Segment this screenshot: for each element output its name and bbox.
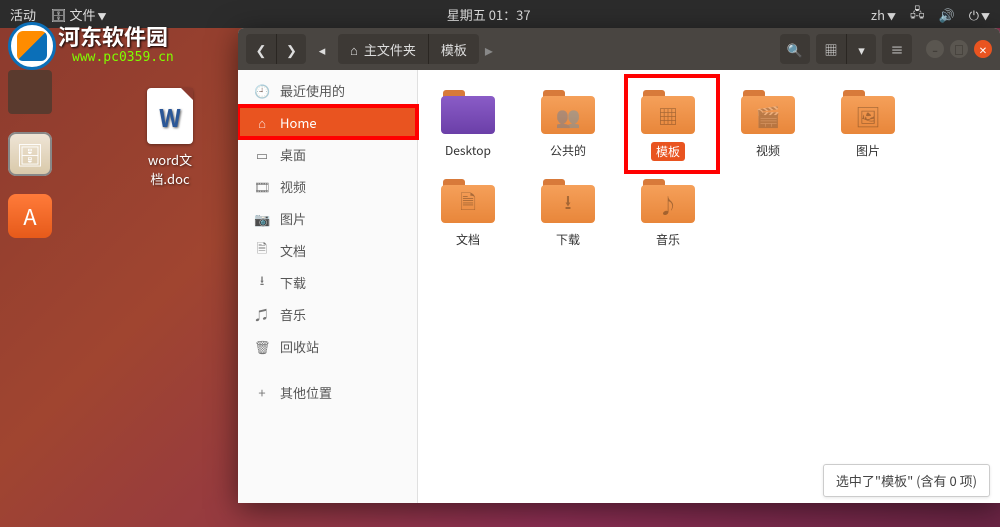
folder-public[interactable]: 👥 公共的 xyxy=(530,88,606,161)
folder-icon xyxy=(441,96,495,134)
folder-label: 文档 xyxy=(456,231,480,248)
breadcrumb-home[interactable]: ⌂主文件夹 xyxy=(338,34,428,64)
folder-label: 模板 xyxy=(651,142,685,161)
folder-label: 视频 xyxy=(756,142,780,159)
video-icon: 🎞 xyxy=(254,177,270,196)
input-method-indicator[interactable]: zh▼ xyxy=(871,5,896,24)
folder-label: Desktop xyxy=(445,142,491,159)
watermark-url: www.pc0359.cn xyxy=(72,50,174,65)
dock-software-icon[interactable]: A xyxy=(8,194,52,238)
volume-icon[interactable]: 🔊 xyxy=(939,5,955,24)
sidebar-item-label: 回收站 xyxy=(280,337,319,356)
view-menu-button[interactable]: ▾ xyxy=(846,34,876,64)
watermark-overlay: 河东软件园 www.pc0359.cn xyxy=(8,22,56,70)
desktop-file-word[interactable]: W word文档.doc xyxy=(130,88,210,188)
download-icon: ⭳ xyxy=(254,270,270,294)
nav-back-button[interactable]: ❮ xyxy=(246,34,276,64)
folder-grid: Desktop 👥 公共的 ▦ 模板 🎬 视频 🖼 图片 🗎 文档 ⭳ 下载 ♪ 音乐 选中了… xyxy=(418,70,1000,503)
sidebar-item-trash[interactable]: 🗑 回收站 xyxy=(238,330,417,362)
dock: 🗄 A xyxy=(0,70,60,238)
folder-templates[interactable]: ▦ 模板 xyxy=(630,88,706,161)
folder-icon: ⭳ xyxy=(541,185,595,223)
plus-icon: + xyxy=(254,383,270,402)
home-icon: ⌂ xyxy=(254,113,270,132)
sidebar-item-documents[interactable]: 🗎 文档 xyxy=(238,234,417,266)
word-document-icon: W xyxy=(147,88,193,144)
sidebar-item-label: 视频 xyxy=(280,177,306,196)
sidebar-item-label: 音乐 xyxy=(280,305,306,324)
power-icon[interactable]: ⏻▼ xyxy=(969,5,990,24)
dock-thumbnail[interactable] xyxy=(8,70,52,114)
file-manager-window: ❮ ❯ ◂ ⌂主文件夹 模板 ▸ 🔍 ▦ ▾ ≡ – □ ✕ 🕘 最近使用的 ⌂ H… xyxy=(238,28,1000,503)
camera-icon: 📷 xyxy=(254,209,270,228)
search-button[interactable]: 🔍 xyxy=(780,34,810,64)
clock[interactable]: 星期五 01：37 xyxy=(106,5,870,24)
activities-button[interactable]: 活动 xyxy=(10,5,36,24)
clock-icon: 🕘 xyxy=(254,81,270,100)
minimize-button[interactable]: – xyxy=(926,40,944,58)
dock-files-icon[interactable]: 🗄 xyxy=(8,132,52,176)
sidebar-item-label: Home xyxy=(280,113,317,132)
folder-pictures[interactable]: 🖼 图片 xyxy=(830,88,906,161)
chevron-down-icon: ▼ xyxy=(97,10,106,23)
chevron-right-icon: ▸ xyxy=(485,37,499,61)
close-button[interactable]: ✕ xyxy=(974,40,992,58)
sidebar-item-label: 最近使用的 xyxy=(280,81,345,100)
folder-icon: 🎬 xyxy=(741,96,795,134)
sidebar-item-music[interactable]: ♫ 音乐 xyxy=(238,298,417,330)
sidebar: 🕘 最近使用的 ⌂ Home ▭ 桌面 🎞 视频 📷 图片 🗎 文档 ⭳ 下载 ♫ 音乐 🗑 回收… xyxy=(238,70,418,503)
folder-label: 音乐 xyxy=(656,231,680,248)
network-icon[interactable]: 🖧 xyxy=(910,2,925,26)
folder-downloads[interactable]: ⭳ 下载 xyxy=(530,177,606,248)
sidebar-item-label: 其他位置 xyxy=(280,383,332,402)
watermark-logo xyxy=(8,22,56,70)
folder-label: 下载 xyxy=(556,231,580,248)
window-header: ❮ ❯ ◂ ⌂主文件夹 模板 ▸ 🔍 ▦ ▾ ≡ – □ ✕ xyxy=(238,28,1000,70)
folder-icon: 👥 xyxy=(541,96,595,134)
sidebar-item-desktop[interactable]: ▭ 桌面 xyxy=(238,138,417,170)
nav-forward-button[interactable]: ❯ xyxy=(276,34,306,64)
folder-icon: ▦ xyxy=(641,96,695,134)
sidebar-item-label: 文档 xyxy=(280,241,306,260)
folder-icon: 🗎 xyxy=(441,185,495,223)
path-start-icon: ◂ xyxy=(312,34,332,64)
desktop-icon: ▭ xyxy=(254,145,270,164)
status-bar: 选中了"模板" (含有 0 项) xyxy=(823,464,990,497)
breadcrumb-templates[interactable]: 模板 xyxy=(428,34,479,64)
maximize-button[interactable]: □ xyxy=(950,40,968,58)
sidebar-item-videos[interactable]: 🎞 视频 xyxy=(238,170,417,202)
folder-label: 公共的 xyxy=(550,142,586,159)
folder-music[interactable]: ♪ 音乐 xyxy=(630,177,706,248)
sidebar-item-pictures[interactable]: 📷 图片 xyxy=(238,202,417,234)
trash-icon: 🗑 xyxy=(254,337,270,356)
app-menu[interactable]: 🗄 文件▼ xyxy=(50,5,106,24)
hamburger-menu-button[interactable]: ≡ xyxy=(882,34,912,64)
folder-label: 图片 xyxy=(856,142,880,159)
document-icon: 🗎 xyxy=(254,238,270,262)
sidebar-item-home[interactable]: ⌂ Home xyxy=(238,106,417,138)
home-icon: ⌂ xyxy=(350,40,358,59)
sidebar-item-downloads[interactable]: ⭳ 下载 xyxy=(238,266,417,298)
sidebar-item-recent[interactable]: 🕘 最近使用的 xyxy=(238,74,417,106)
sidebar-item-label: 桌面 xyxy=(280,145,306,164)
sidebar-item-other-locations[interactable]: + 其他位置 xyxy=(238,376,417,408)
folder-documents[interactable]: 🗎 文档 xyxy=(430,177,506,248)
music-icon: ♫ xyxy=(254,305,270,324)
top-panel: 活动 🗄 文件▼ 星期五 01：37 zh▼ 🖧 🔊 ⏻▼ xyxy=(0,0,1000,28)
folder-desktop[interactable]: Desktop xyxy=(430,88,506,161)
files-icon: 🗄 xyxy=(50,5,67,24)
sidebar-item-label: 图片 xyxy=(280,209,306,228)
view-toggle-button[interactable]: ▦ xyxy=(816,34,846,64)
folder-icon: ♪ xyxy=(641,185,695,223)
search-icon: 🔍 xyxy=(787,40,803,59)
folder-videos[interactable]: 🎬 视频 xyxy=(730,88,806,161)
folder-icon: 🖼 xyxy=(841,96,895,134)
desktop-file-label: word文档.doc xyxy=(130,150,210,188)
sidebar-item-label: 下载 xyxy=(280,273,306,292)
